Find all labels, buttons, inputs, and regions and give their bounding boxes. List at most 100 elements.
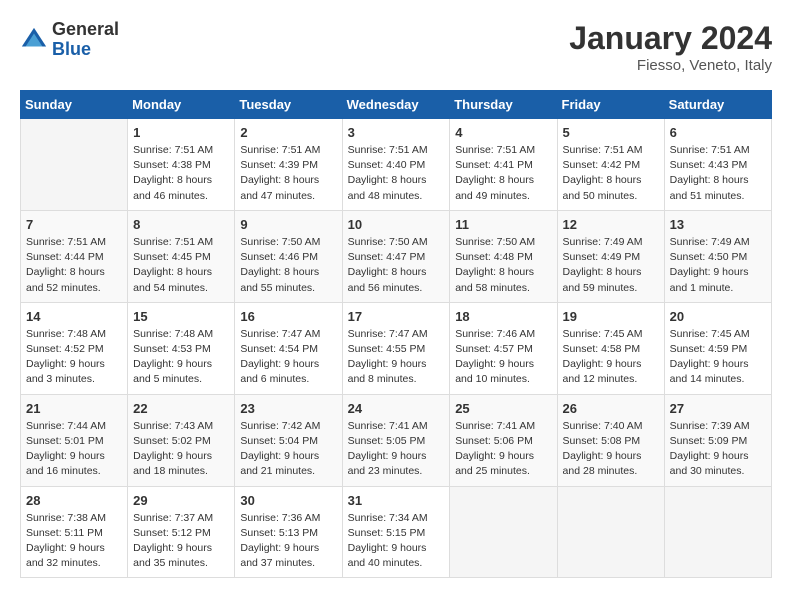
day-number: 7	[26, 217, 122, 232]
calendar-cell: 4 Sunrise: 7:51 AMSunset: 4:41 PMDaylight…	[450, 119, 557, 211]
header-thursday: Thursday	[450, 91, 557, 119]
day-number: 10	[348, 217, 445, 232]
calendar-week-row: 21Sunrise: 7:44 AMSunset: 5:01 PMDayligh…	[21, 394, 772, 486]
day-number: 30	[240, 493, 336, 508]
calendar-cell: 14 Sunrise: 7:48 AMSunset: 4:52 PMDayligh…	[21, 302, 128, 394]
day-info: Sunrise: 7:45 AMSunset: 4:58 PMDaylight:…	[563, 327, 659, 388]
logo-icon	[20, 26, 48, 54]
calendar-week-row: 14 Sunrise: 7:48 AMSunset: 4:52 PMDayligh…	[21, 302, 772, 394]
calendar-cell: 19 Sunrise: 7:45 AMSunset: 4:58 PMDayligh…	[557, 302, 664, 394]
day-info: Sunrise: 7:36 AMSunset: 5:13 PMDaylight:…	[240, 511, 336, 572]
day-info: Sunrise: 7:44 AMSunset: 5:01 PMDaylight:…	[26, 419, 122, 480]
logo-text: General Blue	[52, 20, 119, 60]
calendar-cell: 9Sunrise: 7:50 AMSunset: 4:46 PMDaylight…	[235, 210, 342, 302]
header-monday: Monday	[128, 91, 235, 119]
day-number: 16	[240, 309, 336, 324]
day-info: Sunrise: 7:50 AMSunset: 4:48 PMDaylight:…	[455, 235, 551, 296]
calendar-cell: 31 Sunrise: 7:34 AMSunset: 5:15 PMDayligh…	[342, 486, 450, 578]
day-info: Sunrise: 7:43 AMSunset: 5:02 PMDaylight:…	[133, 419, 229, 480]
calendar-cell: 23 Sunrise: 7:42 AMSunset: 5:04 PMDayligh…	[235, 394, 342, 486]
day-info: Sunrise: 7:51 AMSunset: 4:42 PMDaylight:…	[563, 143, 659, 204]
calendar-cell: 25Sunrise: 7:41 AMSunset: 5:06 PMDayligh…	[450, 394, 557, 486]
day-info: Sunrise: 7:51 AMSunset: 4:39 PMDaylight:…	[240, 143, 336, 204]
calendar-cell: 20 Sunrise: 7:45 AMSunset: 4:59 PMDayligh…	[664, 302, 771, 394]
day-number: 6	[670, 125, 766, 140]
day-info: Sunrise: 7:51 AMSunset: 4:45 PMDaylight:…	[133, 235, 229, 296]
day-number: 26	[563, 401, 659, 416]
calendar-header: Sunday Monday Tuesday Wednesday Thursday…	[21, 91, 772, 119]
day-number: 31	[348, 493, 445, 508]
header-wednesday: Wednesday	[342, 91, 450, 119]
day-info: Sunrise: 7:40 AMSunset: 5:08 PMDaylight:…	[563, 419, 659, 480]
logo: General Blue	[20, 20, 119, 60]
calendar-cell: 10 Sunrise: 7:50 AMSunset: 4:47 PMDayligh…	[342, 210, 450, 302]
calendar-cell: 1Sunrise: 7:51 AMSunset: 4:38 PMDaylight…	[128, 119, 235, 211]
day-number: 25	[455, 401, 551, 416]
logo-blue-text: Blue	[52, 40, 119, 60]
calendar-title: January 2024	[569, 20, 772, 57]
day-info: Sunrise: 7:48 AMSunset: 4:53 PMDaylight:…	[133, 327, 229, 388]
day-number: 5	[563, 125, 659, 140]
day-info: Sunrise: 7:47 AMSunset: 4:54 PMDaylight:…	[240, 327, 336, 388]
calendar-table: Sunday Monday Tuesday Wednesday Thursday…	[20, 90, 772, 578]
calendar-week-row: 28Sunrise: 7:38 AMSunset: 5:11 PMDayligh…	[21, 486, 772, 578]
day-number: 12	[563, 217, 659, 232]
day-info: Sunrise: 7:50 AMSunset: 4:47 PMDaylight:…	[348, 235, 445, 296]
calendar-cell: 26 Sunrise: 7:40 AMSunset: 5:08 PMDayligh…	[557, 394, 664, 486]
day-info: Sunrise: 7:42 AMSunset: 5:04 PMDaylight:…	[240, 419, 336, 480]
calendar-cell: 30 Sunrise: 7:36 AMSunset: 5:13 PMDayligh…	[235, 486, 342, 578]
day-info: Sunrise: 7:51 AMSunset: 4:38 PMDaylight:…	[133, 143, 229, 204]
day-number: 19	[563, 309, 659, 324]
calendar-cell: 7 Sunrise: 7:51 AMSunset: 4:44 PMDaylight…	[21, 210, 128, 302]
calendar-cell: 6Sunrise: 7:51 AMSunset: 4:43 PMDaylight…	[664, 119, 771, 211]
calendar-cell: 27Sunrise: 7:39 AMSunset: 5:09 PMDayligh…	[664, 394, 771, 486]
calendar-week-row: 1Sunrise: 7:51 AMSunset: 4:38 PMDaylight…	[21, 119, 772, 211]
calendar-cell	[450, 486, 557, 578]
day-number: 17	[348, 309, 445, 324]
calendar-cell: 17 Sunrise: 7:47 AMSunset: 4:55 PMDayligh…	[342, 302, 450, 394]
day-info: Sunrise: 7:51 AMSunset: 4:40 PMDaylight:…	[348, 143, 445, 204]
day-number: 2	[240, 125, 336, 140]
calendar-cell: 22Sunrise: 7:43 AMSunset: 5:02 PMDayligh…	[128, 394, 235, 486]
day-number: 29	[133, 493, 229, 508]
calendar-cell: 2 Sunrise: 7:51 AMSunset: 4:39 PMDaylight…	[235, 119, 342, 211]
calendar-cell: 12Sunrise: 7:49 AMSunset: 4:49 PMDayligh…	[557, 210, 664, 302]
day-number: 18	[455, 309, 551, 324]
day-info: Sunrise: 7:41 AMSunset: 5:05 PMDaylight:…	[348, 419, 445, 480]
day-number: 8	[133, 217, 229, 232]
day-number: 23	[240, 401, 336, 416]
calendar-cell	[21, 119, 128, 211]
calendar-cell: 16 Sunrise: 7:47 AMSunset: 4:54 PMDayligh…	[235, 302, 342, 394]
day-number: 4	[455, 125, 551, 140]
calendar-cell: 8 Sunrise: 7:51 AMSunset: 4:45 PMDaylight…	[128, 210, 235, 302]
calendar-cell: 3 Sunrise: 7:51 AMSunset: 4:40 PMDaylight…	[342, 119, 450, 211]
day-info: Sunrise: 7:45 AMSunset: 4:59 PMDaylight:…	[670, 327, 766, 388]
day-number: 28	[26, 493, 122, 508]
title-block: January 2024 Fiesso, Veneto, Italy	[569, 20, 772, 74]
header-sunday: Sunday	[21, 91, 128, 119]
header-tuesday: Tuesday	[235, 91, 342, 119]
day-number: 14	[26, 309, 122, 324]
page-header: General Blue January 2024 Fiesso, Veneto…	[20, 20, 772, 74]
day-number: 20	[670, 309, 766, 324]
day-number: 9	[240, 217, 336, 232]
calendar-subtitle: Fiesso, Veneto, Italy	[569, 57, 772, 74]
calendar-cell	[557, 486, 664, 578]
day-info: Sunrise: 7:39 AMSunset: 5:09 PMDaylight:…	[670, 419, 766, 480]
day-number: 3	[348, 125, 445, 140]
calendar-week-row: 7 Sunrise: 7:51 AMSunset: 4:44 PMDaylight…	[21, 210, 772, 302]
calendar-cell: 11Sunrise: 7:50 AMSunset: 4:48 PMDayligh…	[450, 210, 557, 302]
header-saturday: Saturday	[664, 91, 771, 119]
calendar-cell: 24Sunrise: 7:41 AMSunset: 5:05 PMDayligh…	[342, 394, 450, 486]
day-info: Sunrise: 7:51 AMSunset: 4:41 PMDaylight:…	[455, 143, 551, 204]
calendar-cell: 21Sunrise: 7:44 AMSunset: 5:01 PMDayligh…	[21, 394, 128, 486]
calendar-cell: 5 Sunrise: 7:51 AMSunset: 4:42 PMDaylight…	[557, 119, 664, 211]
day-info: Sunrise: 7:34 AMSunset: 5:15 PMDaylight:…	[348, 511, 445, 572]
day-info: Sunrise: 7:51 AMSunset: 4:44 PMDaylight:…	[26, 235, 122, 296]
header-friday: Friday	[557, 91, 664, 119]
calendar-cell: 28Sunrise: 7:38 AMSunset: 5:11 PMDayligh…	[21, 486, 128, 578]
day-info: Sunrise: 7:47 AMSunset: 4:55 PMDaylight:…	[348, 327, 445, 388]
day-info: Sunrise: 7:48 AMSunset: 4:52 PMDaylight:…	[26, 327, 122, 388]
day-info: Sunrise: 7:37 AMSunset: 5:12 PMDaylight:…	[133, 511, 229, 572]
calendar-cell	[664, 486, 771, 578]
